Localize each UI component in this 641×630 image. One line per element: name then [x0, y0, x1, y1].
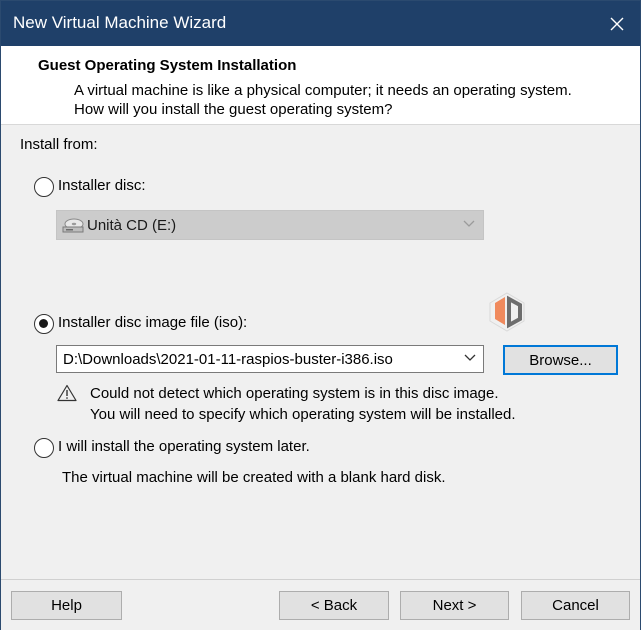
iso-path-combobox[interactable]: D:\Downloads\2021-01-11-raspios-buster-i… — [56, 345, 484, 373]
wizard-window: New Virtual Machine Wizard Guest Operati… — [0, 0, 641, 630]
iso-label[interactable]: Installer disc image file (iso): — [58, 314, 247, 331]
installer-disc-value: Unità CD (E:) — [87, 217, 177, 234]
window-title: New Virtual Machine Wizard — [13, 13, 227, 32]
installer-disc-radio[interactable] — [34, 177, 54, 197]
installer-disc-label[interactable]: Installer disc: — [58, 177, 146, 194]
browse-button[interactable]: Browse... — [503, 345, 618, 375]
install-from-label: Install from: — [20, 136, 98, 153]
next-button[interactable]: Next > — [400, 591, 509, 620]
iso-warning-line-2: You will need to specify which operating… — [90, 406, 516, 423]
cancel-button[interactable]: Cancel — [521, 591, 630, 620]
wizard-header: Guest Operating System Installation A vi… — [1, 46, 640, 125]
chevron-down-icon — [463, 220, 475, 227]
iso-path-value[interactable]: D:\Downloads\2021-01-11-raspios-buster-i… — [63, 351, 393, 368]
cd-drive-icon — [62, 218, 84, 233]
close-button[interactable] — [594, 1, 640, 46]
help-button[interactable]: Help — [11, 591, 122, 620]
title-bar[interactable]: New Virtual Machine Wizard — [1, 1, 640, 46]
watermark-logo-icon — [489, 292, 525, 332]
iso-radio[interactable] — [34, 314, 54, 334]
install-later-label[interactable]: I will install the operating system late… — [58, 438, 310, 455]
back-button[interactable]: < Back — [279, 591, 389, 620]
install-later-note: The virtual machine will be created with… — [62, 469, 446, 486]
page-description: A virtual machine is like a physical com… — [74, 82, 572, 118]
iso-warning-text: Could not detect which operating system … — [90, 383, 516, 425]
page-title: Guest Operating System Installation — [38, 57, 297, 74]
install-later-radio[interactable] — [34, 438, 54, 458]
warning-icon — [57, 384, 77, 402]
installer-disc-dropdown: Unità CD (E:) — [56, 210, 484, 240]
iso-warning-line-1: Could not detect which operating system … — [90, 385, 499, 402]
close-icon — [610, 17, 624, 30]
chevron-down-icon[interactable] — [464, 354, 476, 362]
